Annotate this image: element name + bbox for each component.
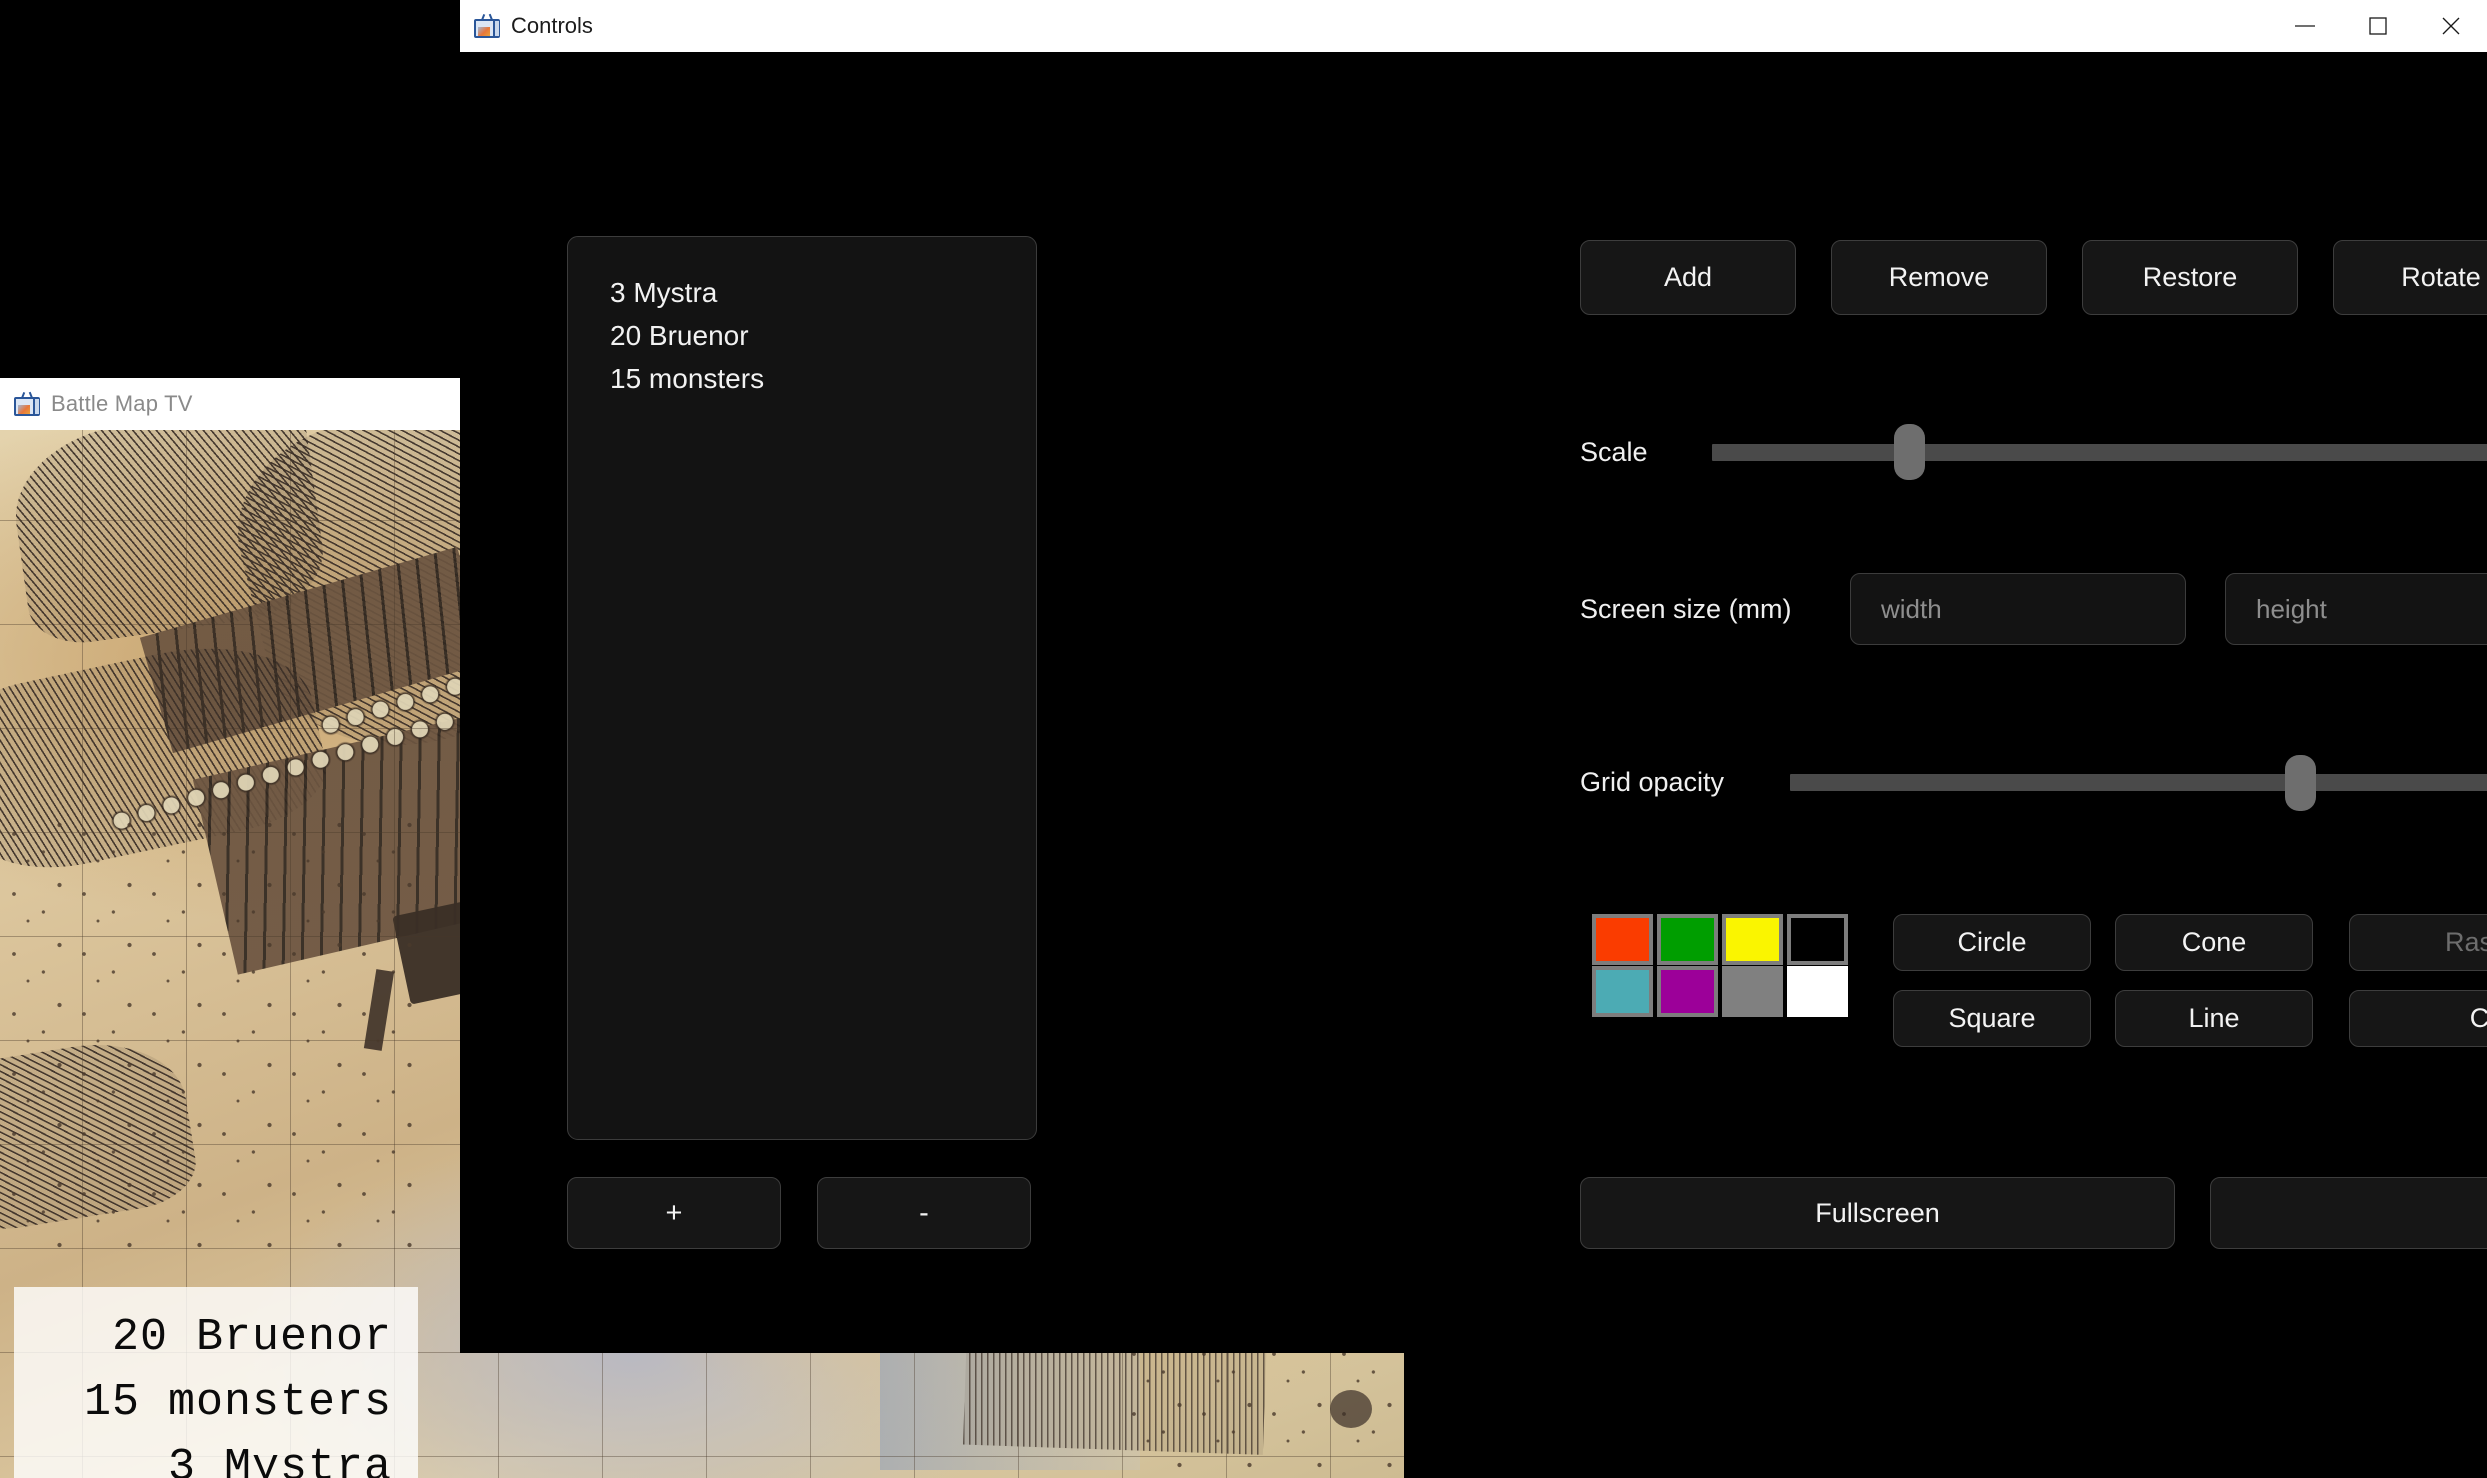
grid-opacity-label: Grid opacity xyxy=(1580,767,1725,797)
tv-icon xyxy=(474,13,500,38)
screen-width-input[interactable] xyxy=(1850,573,2186,645)
scale-label: Scale xyxy=(1580,436,1648,467)
token-list-item[interactable]: 20 Bruenor xyxy=(610,314,1036,357)
tv-icon xyxy=(14,391,40,416)
controls-titlebar[interactable]: Controls xyxy=(460,0,2487,52)
minimize-icon xyxy=(2294,25,2315,27)
grid-opacity-slider[interactable] xyxy=(1790,754,2487,811)
screen-size-row: Screen size (mm) Set xyxy=(1580,573,2487,645)
overlay-line: 15 monsters xyxy=(83,1377,392,1428)
screen-height-input[interactable] xyxy=(2225,573,2487,645)
rotate-button[interactable]: Rotate xyxy=(2333,240,2487,315)
exit-button[interactable]: Exit xyxy=(2210,1177,2487,1249)
controls-title-group: Controls xyxy=(460,13,2268,39)
scale-row: Scale 1.2 xyxy=(1580,421,2487,483)
cone-button[interactable]: Cone xyxy=(2115,914,2313,971)
grid-opacity-slider-thumb[interactable] xyxy=(2285,754,2316,811)
minimize-button[interactable] xyxy=(2268,0,2341,52)
color-swatch-yellow[interactable] xyxy=(1722,914,1783,965)
color-swatch-black[interactable] xyxy=(1787,914,1848,965)
screen-root: Battle Map TV 20 Bruenor 15 monsters 3 M… xyxy=(0,0,2487,1478)
color-swatch-gray[interactable] xyxy=(1722,966,1783,1017)
maximize-icon xyxy=(2368,17,2387,35)
grid-opacity-row: Grid opacity Toggle grid xyxy=(1580,745,2487,820)
rasterize-button[interactable]: Rasterize xyxy=(2349,914,2487,971)
color-palette xyxy=(1592,914,1848,1017)
clear-button[interactable]: Clear xyxy=(2349,990,2487,1047)
shape-button-grid: Circle Cone Square Line xyxy=(1893,914,2313,1047)
restore-button[interactable]: Restore xyxy=(2082,240,2298,315)
remove-button[interactable]: Remove xyxy=(1831,240,2047,315)
circle-button[interactable]: Circle xyxy=(1893,914,2091,971)
color-swatch-white[interactable] xyxy=(1787,966,1848,1017)
color-swatch-green[interactable] xyxy=(1657,914,1718,965)
overlay-line: 20 Bruenor xyxy=(111,1312,392,1363)
square-button[interactable]: Square xyxy=(1893,990,2091,1047)
controls-body: 3 Mystra 20 Bruenor 15 monsters + - Add … xyxy=(460,52,2487,1353)
color-swatch-teal[interactable] xyxy=(1592,966,1653,1017)
scale-slider-thumb[interactable] xyxy=(1893,424,1925,480)
token-list-item[interactable]: 15 monsters xyxy=(610,357,1036,400)
shape-misc-grid: Rasterize Clear xyxy=(2349,914,2487,1047)
overlay-line: 3 Mystra xyxy=(167,1442,392,1478)
token-list[interactable]: 3 Mystra 20 Bruenor 15 monsters xyxy=(567,236,1037,1140)
close-button[interactable] xyxy=(2414,0,2487,52)
map-token-overlay: 20 Bruenor 15 monsters 3 Mystra xyxy=(14,1287,418,1478)
battle-map-tv-title: Battle Map TV xyxy=(51,391,193,416)
screen-size-label: Screen size (mm) xyxy=(1580,593,1792,624)
close-icon xyxy=(2442,17,2459,35)
scale-slider-track xyxy=(1712,443,2487,461)
increase-size-button[interactable]: + xyxy=(567,1177,781,1249)
scale-slider[interactable] xyxy=(1712,424,2487,480)
fullscreen-button[interactable]: Fullscreen xyxy=(1580,1177,2175,1249)
palette-and-shapes: Circle Cone Square Line Rasterize Clear xyxy=(1580,914,2487,1047)
token-size-controls: + - xyxy=(567,1177,1031,1249)
decrease-size-button[interactable]: - xyxy=(817,1177,1031,1249)
grid-opacity-slider-track xyxy=(1790,774,2487,791)
battle-map-tv-titlebar[interactable]: Battle Map TV xyxy=(0,378,460,430)
line-button[interactable]: Line xyxy=(2115,990,2313,1047)
color-swatch-orange-red[interactable] xyxy=(1592,914,1653,965)
maximize-button[interactable] xyxy=(2341,0,2414,52)
add-button[interactable]: Add xyxy=(1580,240,1796,315)
bottom-action-row: Fullscreen Exit xyxy=(1580,1177,2487,1249)
color-swatch-magenta[interactable] xyxy=(1657,966,1718,1017)
top-action-row: Add Remove Restore Rotate Autoscale xyxy=(1580,240,2487,315)
controls-window-title: Controls xyxy=(511,13,593,38)
token-list-item[interactable]: 3 Mystra xyxy=(610,271,1036,314)
controls-window: Controls 3 Mystra 20 Bruenor 15 monsters… xyxy=(460,0,2487,1353)
